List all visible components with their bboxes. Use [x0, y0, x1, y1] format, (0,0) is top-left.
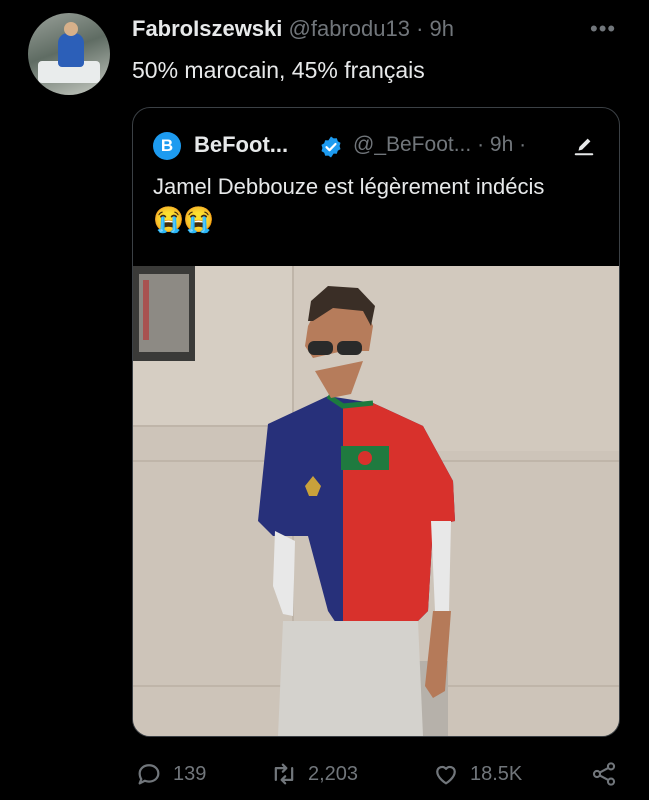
- share-button[interactable]: [590, 760, 618, 788]
- retweet-icon: [274, 763, 294, 785]
- quoted-time[interactable]: · 9h ·: [477, 133, 526, 156]
- retweet-button[interactable]: 2,203: [270, 760, 358, 788]
- quoted-handle-time: @_BeFoot... · 9h ·: [353, 133, 526, 157]
- photo-illustration: [133, 266, 619, 736]
- quoted-emoji: 😭😭: [153, 206, 214, 234]
- like-button[interactable]: 18.5K: [432, 760, 522, 788]
- verified-icon: [321, 136, 341, 158]
- more-icon[interactable]: •••: [590, 18, 616, 40]
- tweet-header: FabroIszewski @fabrodu13 · 9h: [132, 16, 454, 42]
- retweet-count: 2,203: [308, 762, 359, 785]
- reply-button[interactable]: 139: [135, 760, 206, 788]
- author-name[interactable]: FabroIszewski: [132, 16, 282, 41]
- reply-icon: [138, 764, 160, 785]
- edit-icon: [574, 138, 594, 156]
- tweet-photo[interactable]: [133, 266, 619, 736]
- author-avatar[interactable]: [28, 13, 110, 95]
- reply-count: 139: [173, 762, 207, 785]
- like-icon: [436, 765, 456, 785]
- quoted-text: Jamel Debbouze est légèrement indécis: [153, 174, 545, 199]
- author-handle[interactable]: @fabrodu13: [289, 16, 410, 41]
- avatar-figure-shape: [58, 33, 84, 67]
- quoted-author-name[interactable]: BeFoot...: [194, 132, 288, 158]
- tweet-text: 50% marocain, 45% français: [132, 57, 425, 83]
- share-icon: [592, 762, 616, 786]
- like-count: 18.5K: [470, 762, 523, 785]
- tweet-time[interactable]: · 9h: [416, 16, 454, 41]
- avatar-head-shape: [64, 22, 78, 36]
- quoted-tweet[interactable]: B BeFoot... @_BeFoot... · 9h · Jamel Deb…: [132, 107, 620, 737]
- action-bar: 139 2,203 18.5K: [0, 742, 649, 800]
- quoted-author-handle[interactable]: @_BeFoot...: [353, 133, 471, 156]
- quoted-avatar[interactable]: B: [153, 132, 181, 160]
